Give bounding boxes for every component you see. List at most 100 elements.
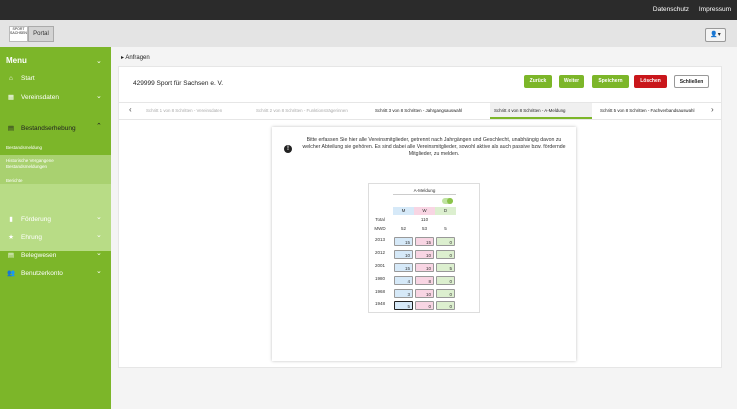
- tab-step-3[interactable]: Schritt 3 von 8 Schritten - Jahrgangsaus…: [375, 103, 462, 119]
- tab-step-2[interactable]: Schritt 2 von 8 Schritten - Funktionsträ…: [256, 103, 348, 119]
- schliessen-button[interactable]: Schließen: [674, 75, 709, 88]
- chevron-right-icon[interactable]: ›: [711, 105, 714, 114]
- sidebar-item-start[interactable]: ⌂ Start: [7, 75, 35, 82]
- building-icon: ▦: [7, 94, 15, 101]
- sidebar-item-bestandserhebung[interactable]: ▤ Bestandserhebung: [7, 124, 76, 132]
- column-header-d: D: [435, 207, 456, 215]
- input-m[interactable]: 10: [394, 250, 413, 259]
- main-content: ▸ Anfragen 429999 Sport für Sachsen e. V…: [111, 47, 737, 409]
- logo[interactable]: SPORT SACHSEN: [9, 26, 28, 42]
- a-meldung-card: ! Bitte erfassen Sie hier alle Vereinsmi…: [272, 127, 576, 361]
- breadcrumb[interactable]: ▸ Anfragen: [121, 54, 150, 61]
- form-panel: 429999 Sport für Sachsen e. V. Zurück We…: [118, 66, 722, 368]
- column-header-m: M: [393, 207, 414, 215]
- sidebar-item-label: Belegwesen: [21, 252, 57, 259]
- chevron-down-icon[interactable]: ⌄: [96, 92, 102, 100]
- total-value: 110: [420, 217, 429, 222]
- chevron-down-icon[interactable]: ⌄: [96, 57, 102, 65]
- menu-title: Menu: [6, 56, 27, 65]
- step-tabs: ‹ Schritt 1 von 8 Schritten - Vereinsdat…: [119, 102, 721, 120]
- input-w[interactable]: 10: [415, 263, 434, 272]
- chevron-left-icon[interactable]: ‹: [129, 105, 132, 114]
- club-name: 429999 Sport für Sachsen e. V.: [133, 80, 224, 87]
- input-d[interactable]: 0: [436, 250, 455, 259]
- table-title: A-Meldung: [393, 186, 456, 195]
- mwd-label: MWD: [374, 226, 386, 231]
- impressum-link[interactable]: Impressum: [699, 6, 731, 13]
- sidebar-item-foerderung[interactable]: ▮ Förderung: [7, 215, 51, 223]
- input-d[interactable]: 0: [436, 276, 455, 285]
- tab-step-5[interactable]: Schritt 5 von 8 Schritten - Fachverbands…: [600, 103, 708, 119]
- loeschen-button[interactable]: Löschen: [634, 75, 667, 88]
- total-label: Total: [375, 217, 385, 222]
- weiter-button[interactable]: Weiter: [559, 75, 584, 88]
- row-year: 1980: [374, 276, 385, 281]
- sidebar-item-label: Benutzerkonto: [21, 270, 63, 277]
- row-year: 2001: [374, 263, 385, 268]
- sidebar-item-belegwesen[interactable]: ▤ Belegwesen: [7, 251, 57, 259]
- submenu-item[interactable]: Bestandsmeldung: [6, 145, 42, 151]
- sidebar-item-label: Ehrung: [21, 234, 42, 241]
- top-bar: Datenschutz Impressum: [0, 0, 737, 20]
- zurueck-button[interactable]: Zurück: [524, 75, 552, 88]
- row-year: 2012: [374, 250, 385, 255]
- input-m[interactable]: 15: [394, 263, 413, 272]
- chart-icon: ▤: [7, 125, 15, 132]
- sidebar-item-vereinsdaten[interactable]: ▦ Vereinsdaten: [7, 93, 59, 101]
- input-w[interactable]: 10: [415, 289, 434, 298]
- users-icon: 👥: [7, 270, 16, 277]
- top-links: Datenschutz Impressum: [645, 6, 731, 13]
- submenu-item[interactable]: Historische Vergangene Bestandsmeldungen: [6, 158, 81, 170]
- user-menu-button[interactable]: 👤▾: [705, 28, 726, 42]
- input-w[interactable]: 10: [415, 250, 434, 259]
- row-year: 1948: [374, 301, 385, 306]
- info-text: Bitte erfassen Sie hier alle Vereinsmitg…: [302, 137, 566, 157]
- portal-bar: SPORT SACHSEN Portal 👤▾: [0, 20, 737, 48]
- input-w[interactable]: 15: [415, 237, 434, 246]
- chevron-down-icon[interactable]: ⌄: [96, 231, 102, 239]
- portal-button[interactable]: Portal: [28, 26, 54, 42]
- input-m[interactable]: 3: [394, 289, 413, 298]
- toggle-switch[interactable]: [442, 198, 453, 204]
- chevron-down-icon[interactable]: ⌄: [96, 249, 102, 257]
- row-year: 1968: [374, 289, 385, 294]
- tab-step-4[interactable]: Schritt 4 von 8 Schritten - A-Meldung: [490, 103, 592, 119]
- speichern-button[interactable]: Speichern: [592, 75, 629, 88]
- sidebar: Menu ⌄ ⌂ Start ▦ Vereinsdaten ⌄ ▤ Bestandse…: [0, 47, 111, 409]
- mwd-m-value: 52: [400, 226, 406, 231]
- logo-text: SPORT SACHSEN: [10, 27, 27, 35]
- document-icon: ▮: [9, 216, 13, 223]
- input-d[interactable]: 0: [436, 301, 455, 310]
- chevron-down-icon[interactable]: ⌄: [96, 267, 102, 275]
- mwd-w-value: 53: [421, 226, 427, 231]
- sidebar-item-label: Start: [21, 75, 35, 82]
- sidebar-item-benutzerkonto[interactable]: 👥 Benutzerkonto: [7, 269, 63, 277]
- input-w[interactable]: 0: [415, 301, 434, 310]
- home-icon: ⌂: [9, 75, 13, 82]
- tab-step-1[interactable]: Schritt 1 von 8 Schritten - Vereinsdaten: [146, 103, 222, 119]
- input-w[interactable]: 8: [415, 276, 434, 285]
- info-icon: !: [284, 145, 292, 153]
- sidebar-item-label: Bestandserhebung: [21, 125, 76, 132]
- user-icon: 👤▾: [710, 32, 721, 38]
- input-m[interactable]: 15: [394, 237, 413, 246]
- sidebar-item-label: Vereinsdaten: [21, 94, 59, 101]
- breadcrumb-label: Anfragen: [125, 55, 150, 61]
- chevron-down-icon[interactable]: ⌄: [96, 213, 102, 221]
- sidebar-item-label: Förderung: [21, 216, 51, 223]
- column-header-w: W: [414, 207, 435, 215]
- datenschutz-link[interactable]: Datenschutz: [653, 6, 689, 13]
- input-d[interactable]: 5: [436, 263, 455, 272]
- input-m[interactable]: 4: [394, 276, 413, 285]
- chevron-up-icon[interactable]: ⌃: [96, 122, 102, 130]
- input-d[interactable]: 0: [436, 289, 455, 298]
- a-meldung-table: A-Meldung M W D Total 110 MWD 52 53 5 20…: [368, 183, 480, 313]
- input-d[interactable]: 0: [436, 237, 455, 246]
- row-year: 2013: [374, 237, 385, 242]
- input-m[interactable]: 5: [394, 301, 413, 310]
- star-icon: ★: [8, 234, 14, 241]
- sidebar-item-ehrung[interactable]: ★ Ehrung: [7, 233, 42, 241]
- list-icon: ▤: [7, 252, 15, 259]
- submenu-item[interactable]: Berichte: [6, 178, 23, 184]
- mwd-d-value: 5: [444, 226, 447, 231]
